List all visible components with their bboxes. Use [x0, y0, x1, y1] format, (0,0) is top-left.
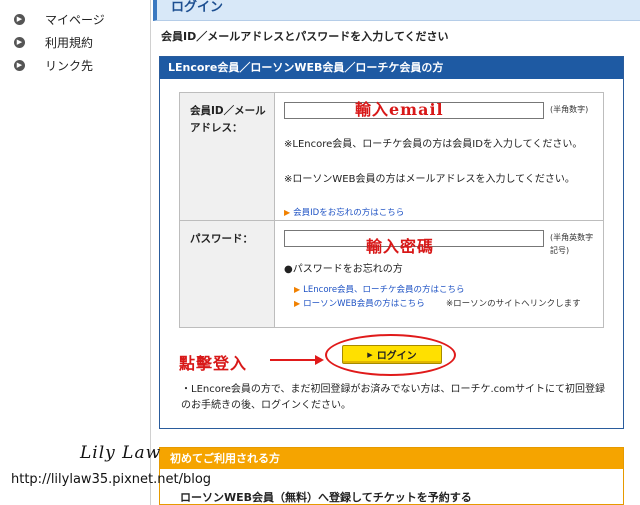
chevron-right-icon: ▶ — [14, 59, 25, 71]
annotation-click-login: 點擊登入 — [179, 354, 248, 373]
nav-item-label: マイページ — [45, 12, 105, 27]
first-registration-note: ・LEncore会員の方で、まだ初回登録がお済みでない方は、ローチケ.comサイ… — [181, 384, 606, 411]
external-link-note: ※ローソンのサイトへリンクします — [446, 299, 581, 309]
nav-item-label: 利用規約 — [45, 35, 94, 50]
arrow-right-icon: ▶ — [284, 208, 291, 217]
divider — [150, 0, 151, 505]
nav-item-terms[interactable]: ▶ 利用規約 — [14, 33, 93, 51]
link-label: ローソンWEB会員の方はこちら — [303, 299, 425, 309]
nav-item-label: リンク先 — [45, 58, 94, 73]
member-id-label: 会員ID／メールアドレス： — [180, 93, 275, 220]
annotation-email: 輸入email — [355, 100, 444, 119]
member-id-note-2: ※ローソンWEB会員の方はメールアドレスを入力してください。 — [284, 174, 575, 185]
forgot-id-link-label: 会員IDをお忘れの方はこちら — [293, 208, 405, 218]
login-form: 会員ID／メールアドレス： (半角数字) ※LEncore会員、ローチケ会員の方… — [179, 92, 604, 328]
triangle-right-icon: ▶ — [367, 350, 373, 359]
password-hint: (半角英数字記号) — [550, 233, 594, 255]
member-id-hint: (半角数字) — [550, 105, 589, 114]
login-button[interactable]: ▶ ログイン — [342, 345, 442, 364]
annotation-arrow-head — [315, 355, 324, 365]
link-label: LEncore会員、ローチケ会員の方はこちら — [303, 285, 465, 295]
annotation-arrow — [270, 359, 318, 361]
chevron-right-icon: ▶ — [14, 36, 25, 48]
login-button-label: ログイン — [376, 351, 417, 362]
forgot-password-link-lencore[interactable]: ▶ LEncore会員、ローチケ会員の方はこちら — [294, 283, 465, 297]
watermark-url: http://lilylaw35.pixnet.net/blog — [11, 472, 212, 487]
nav-item-mypage[interactable]: ▶ マイページ — [14, 10, 105, 28]
nav-item-links[interactable]: ▶ リンク先 — [14, 56, 93, 74]
member-id-note-1: ※LEncore会員、ローチケ会員の方は会員IDを入力してください。 — [284, 139, 583, 150]
watermark-author: Lily Law — [80, 443, 162, 463]
arrow-right-icon: ▶ — [294, 285, 301, 294]
arrow-right-icon: ▶ — [294, 299, 301, 308]
login-instruction: 会員ID／メールアドレスとパスワードを入力してください — [161, 30, 449, 43]
forgot-password-link-lawson[interactable]: ▶ ローソンWEB会員の方はこちら — [294, 297, 425, 311]
chevron-right-icon: ▶ — [14, 13, 25, 25]
forgot-id-link[interactable]: ▶ 会員IDをお忘れの方はこちら — [284, 206, 404, 220]
first-time-title: 初めてご利用される方 — [160, 448, 623, 469]
first-time-register-text: ローソンWEB会員（無料）へ登録してチケットを予約する — [180, 491, 472, 504]
password-label: パスワード： — [180, 221, 275, 327]
section-title: ログイン — [153, 0, 640, 21]
annotation-password: 輸入密碼 — [366, 237, 435, 256]
panel-title: LEncore会員／ローソンWEB会員／ローチケ会員の方 — [160, 57, 623, 79]
forgot-password-heading: ●パスワードをお忘れの方 — [284, 264, 403, 275]
